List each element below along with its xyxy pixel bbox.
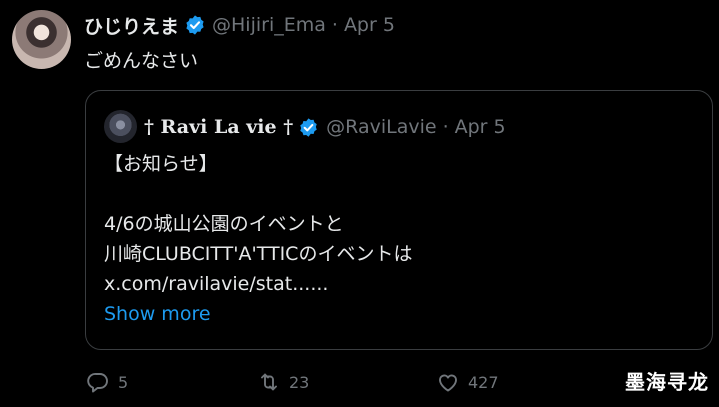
retweet-count: 23 bbox=[289, 372, 310, 392]
tweet-actions-bar: 5 23 427 bbox=[86, 370, 706, 396]
like-count: 427 bbox=[468, 372, 499, 392]
retweet-button[interactable]: 23 bbox=[257, 370, 309, 394]
reply-button[interactable]: 5 bbox=[86, 370, 128, 394]
retweet-icon bbox=[261, 373, 277, 391]
separator-dot: · bbox=[442, 116, 449, 138]
quoted-tweet-text: 【お知らせ】 4/6の城山公園のイベントと 川崎CLUBCITT'A'TTICの… bbox=[104, 149, 412, 329]
quoted-tweet-date: Apr 5 bbox=[454, 116, 506, 138]
verified-badge-icon bbox=[300, 117, 317, 137]
quoted-text-line: 4/6の城山公園のイベントと bbox=[104, 213, 344, 235]
quoted-text-line: 【お知らせ】 bbox=[104, 153, 218, 175]
author-handle[interactable]: @Hijiri_Ema bbox=[212, 14, 326, 36]
quoted-author-name: † Ravi La vie † bbox=[144, 116, 294, 138]
reply-icon bbox=[87, 373, 108, 393]
author-name[interactable]: ひじりえま bbox=[84, 12, 179, 39]
watermark: 墨海寻龙 bbox=[625, 370, 709, 394]
show-more-link[interactable]: Show more bbox=[104, 299, 412, 329]
reply-count: 5 bbox=[118, 372, 129, 392]
separator-dot: · bbox=[331, 14, 338, 36]
quoted-author-handle: @RaviLavie bbox=[326, 116, 437, 138]
author-avatar[interactable] bbox=[12, 10, 71, 69]
verified-badge-icon bbox=[186, 15, 204, 35]
quoted-text-line bbox=[104, 179, 412, 209]
quoted-tweet-header: † Ravi La vie † @RaviLavie · Apr 5 bbox=[144, 115, 506, 139]
quoted-author-avatar bbox=[104, 110, 137, 143]
like-icon bbox=[439, 374, 457, 392]
tweet-header: ひじりえま @Hijiri_Ema · Apr 5 bbox=[84, 12, 395, 38]
quoted-tweet-card[interactable]: † Ravi La vie † @RaviLavie · Apr 5 【お知らせ… bbox=[85, 90, 713, 350]
tweet-date[interactable]: Apr 5 bbox=[344, 14, 395, 36]
quoted-text-line: x.com/ravilavie/stat...... bbox=[104, 273, 329, 295]
like-button[interactable]: 427 bbox=[436, 370, 499, 394]
tweet-text: ごめんなさい bbox=[84, 50, 199, 72]
quoted-text-line: 川崎CLUBCITT'A'TTICのイベントは bbox=[104, 243, 413, 265]
